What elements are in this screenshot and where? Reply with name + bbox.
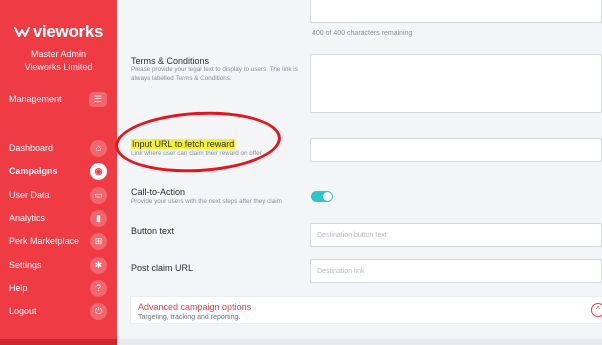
chevron-up-icon[interactable]: ^ [591, 303, 602, 317]
sidebar-item-label: User Data [9, 190, 50, 200]
advanced-options-panel[interactable]: Advanced campaign options Targeting, tra… [130, 296, 602, 324]
cta-help: Provide your users with the next steps a… [131, 198, 282, 205]
sidebar-item-perk-marketplace[interactable]: Perk Marketplace ⊞ [0, 230, 117, 252]
sidebar-item-label: Analytics [9, 213, 46, 223]
advanced-options-subtitle: Targeting, tracking and reporting. [138, 314, 241, 321]
post-claim-url-input[interactable]: Destination link [310, 259, 602, 283]
sidebar-footer-strip [0, 339, 117, 345]
reward-url-label-text: Input URL to fetch reward [131, 139, 236, 149]
page-footer-strip [117, 339, 602, 345]
button-text-label: Button text [131, 226, 175, 236]
chars-remaining: 400 of 400 characters remaining [312, 30, 413, 37]
gift-icon: ⊞ [90, 232, 107, 250]
reward-url-input[interactable] [310, 138, 602, 162]
cta-toggle[interactable] [311, 191, 333, 202]
brand-block: vieworks Master Admin Vieworks Limited [0, 22, 117, 74]
sidebar-item-label: Perk Marketplace [9, 236, 80, 246]
reward-url-label: Input URL to fetch reward [131, 139, 236, 149]
reward-url-help: Link where user can claim their reward o… [131, 150, 262, 157]
description-textarea[interactable] [310, 0, 602, 23]
sidebar-item-management[interactable]: Management ☰ [0, 88, 117, 110]
cta-label: Call-to-Action [131, 187, 186, 197]
sidebar-item-logout[interactable]: Logout ⏻ [0, 300, 117, 322]
sidebar-item-label: Help [9, 283, 28, 293]
bar-chart-icon: ▮ [90, 209, 107, 227]
megaphone-icon: ◉ [90, 162, 107, 180]
id-card-icon: ▭ [90, 186, 107, 204]
terms-label: Terms & Conditions [131, 56, 210, 66]
help-icon: ? [90, 279, 107, 297]
brand-name: vieworks [32, 22, 104, 41]
gear-icon: ✱ [90, 256, 107, 274]
menu-icon: ☰ [89, 91, 107, 107]
sidebar-item-campaigns[interactable]: Campaigns ◉ [0, 160, 117, 182]
sidebar-item-analytics[interactable]: Analytics ▮ [0, 207, 117, 229]
toggle-knob [323, 192, 332, 201]
button-text-input[interactable]: Destination button text [310, 223, 602, 247]
vieworks-logo-icon [13, 27, 30, 37]
post-claim-url-label: Post claim URL [131, 263, 194, 273]
sidebar-item-dashboard[interactable]: Dashboard ⌂ [0, 137, 117, 159]
sidebar-item-label: Campaigns [9, 166, 58, 176]
company-name: Vieworks Limited [24, 62, 93, 72]
sidebar-item-label: Logout [9, 306, 37, 316]
user-role: Master Admin [30, 49, 87, 59]
sidebar-item-settings[interactable]: Settings ✱ [0, 254, 117, 276]
sidebar-item-help[interactable]: Help ? [0, 277, 117, 299]
terms-help: Please provide your legal text to displa… [131, 66, 298, 82]
sidebar-item-label: Dashboard [9, 143, 54, 153]
sidebar: vieworks Master Admin Vieworks Limited M… [0, 0, 117, 345]
campaign-form: 400 of 400 characters remaining Terms & … [113, 0, 602, 345]
sidebar-item-label: Management [9, 94, 62, 104]
sidebar-item-label: Settings [9, 260, 42, 270]
sidebar-item-user-data[interactable]: User Data ▭ [0, 184, 117, 206]
brand-logo[interactable]: vieworks [0, 22, 117, 42]
home-icon: ⌂ [90, 139, 107, 157]
power-icon: ⏻ [90, 302, 107, 320]
terms-textarea[interactable] [310, 54, 602, 113]
advanced-options-title: Advanced campaign options [138, 302, 252, 312]
